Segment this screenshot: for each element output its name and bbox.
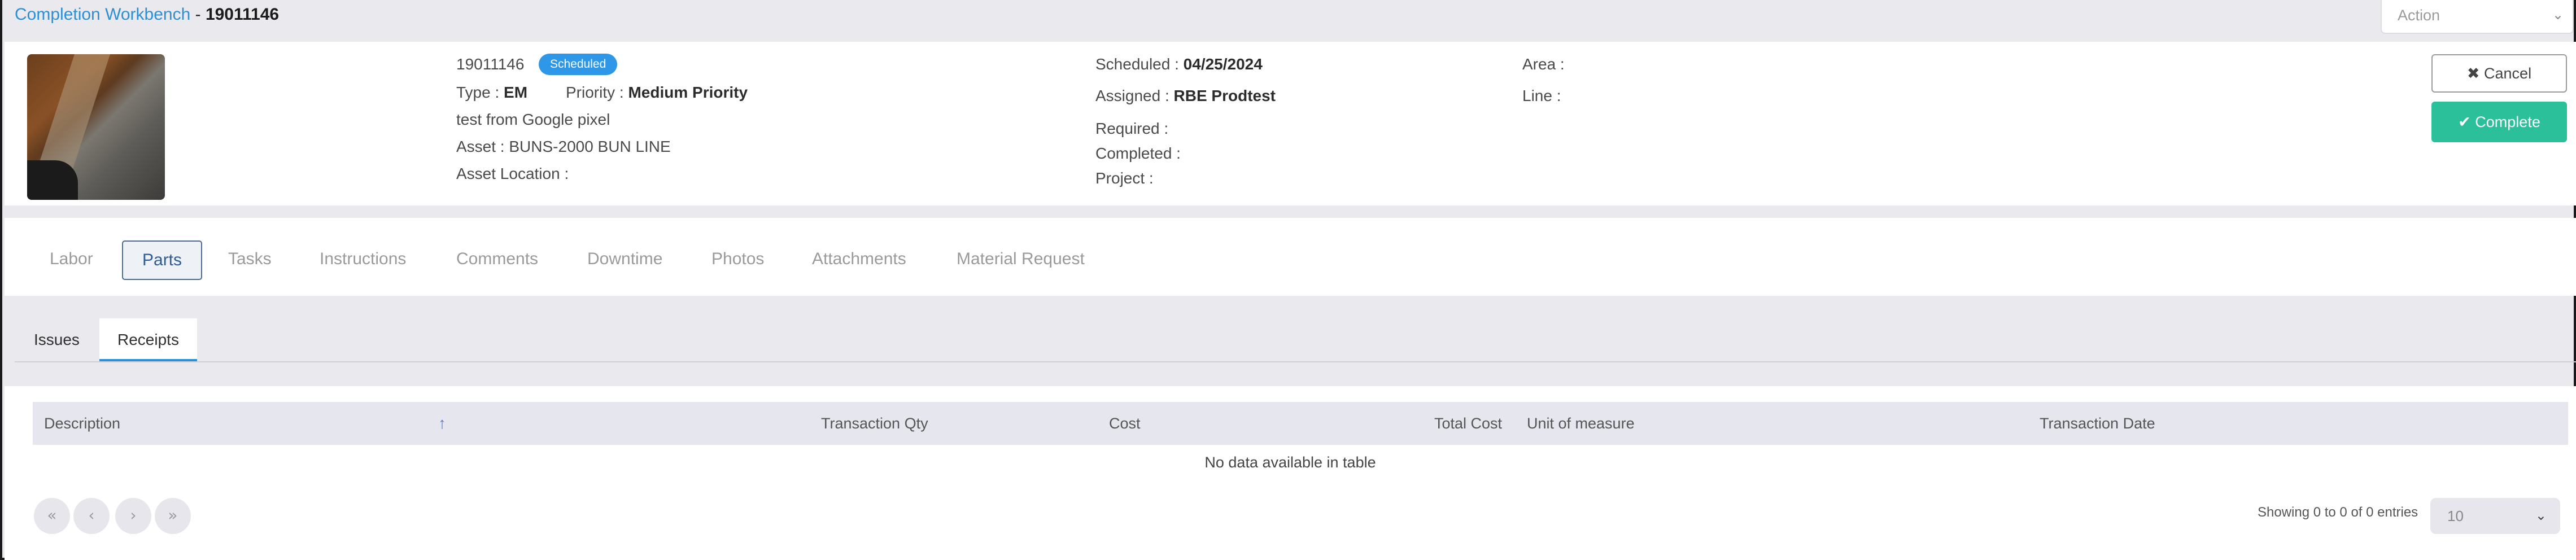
assigned-label: Assigned : xyxy=(1095,87,1169,104)
priority-field: Priority : Medium Priority xyxy=(566,82,748,103)
table-header: Description ↑ Transaction Qty Cost Total… xyxy=(33,402,2568,445)
subtab-receipts[interactable]: Receipts xyxy=(99,318,197,361)
asset-photo-thumbnail[interactable] xyxy=(27,54,165,200)
next-page-button[interactable]: › xyxy=(115,498,151,534)
tab-tasks[interactable]: Tasks xyxy=(228,240,272,280)
cancel-button[interactable]: ✖ Cancel xyxy=(2431,54,2567,93)
assigned-field: Assigned : RBE Prodtest xyxy=(1095,86,1276,106)
column-transaction-qty[interactable]: Transaction Qty xyxy=(821,402,928,445)
column-total-cost[interactable]: Total Cost xyxy=(1434,402,1502,445)
workbench-tabs: Labor Parts Tasks Instructions Comments … xyxy=(5,218,2576,296)
receipts-table-card: Description ↑ Transaction Qty Cost Total… xyxy=(5,386,2576,560)
order-info-card: 19011146 Scheduled Type : EM Priority : … xyxy=(5,42,2576,205)
tab-labor[interactable]: Labor xyxy=(50,240,93,280)
subtab-issues[interactable]: Issues xyxy=(16,318,98,361)
project-label: Project : xyxy=(1095,169,1154,187)
complete-button[interactable]: ✔ Complete xyxy=(2431,102,2567,142)
priority-value: Medium Priority xyxy=(628,84,748,101)
line-label: Line : xyxy=(1522,87,1561,104)
breadcrumb-completion-workbench[interactable]: Completion Workbench xyxy=(15,5,190,24)
type-value: EM xyxy=(504,84,528,101)
required-label: Required : xyxy=(1095,120,1169,137)
column-unit-of-measure[interactable]: Unit of measure xyxy=(1527,402,1635,445)
page-header: Completion Workbench - 19011146 Action ⌄ xyxy=(2,0,2574,42)
column-description[interactable]: Description xyxy=(44,402,120,445)
asset-field: Asset : BUNS-2000 BUN LINE xyxy=(456,137,671,157)
parts-subtabs: Issues Receipts xyxy=(5,318,2576,362)
sort-ascending-icon[interactable]: ↑ xyxy=(438,402,446,445)
first-page-button[interactable]: « xyxy=(34,498,70,534)
page-size-select[interactable]: 10 ⌄ xyxy=(2430,498,2560,534)
app-frame: Completion Workbench - 19011146 Action ⌄… xyxy=(0,0,2576,560)
order-number: 19011146 xyxy=(456,55,525,73)
tab-attachments[interactable]: Attachments xyxy=(812,240,906,280)
asset-value: BUNS-2000 BUN LINE xyxy=(509,138,671,155)
entries-info: Showing 0 to 0 of 0 entries xyxy=(2258,505,2418,520)
asset-label: Asset : xyxy=(456,138,505,155)
column-transaction-date[interactable]: Transaction Date xyxy=(2040,402,2155,445)
previous-page-button[interactable]: ‹ xyxy=(73,498,110,534)
priority-label: Priority : xyxy=(566,84,624,101)
action-dropdown[interactable]: Action ⌄ xyxy=(2381,0,2574,34)
title-separator: - xyxy=(190,5,206,24)
page-size-value: 10 xyxy=(2447,508,2464,524)
chevron-down-icon: ⌄ xyxy=(2535,508,2547,523)
area-label: Area : xyxy=(1522,55,1565,73)
tab-material-request[interactable]: Material Request xyxy=(957,240,1085,280)
tab-comments[interactable]: Comments xyxy=(456,240,538,280)
action-dropdown-placeholder: Action xyxy=(2398,7,2440,24)
page-title: Completion Workbench - 19011146 xyxy=(15,3,279,26)
last-page-button[interactable]: » xyxy=(155,498,191,534)
tab-downtime[interactable]: Downtime xyxy=(587,240,662,280)
tab-photos[interactable]: Photos xyxy=(711,240,764,280)
type-field: Type : EM xyxy=(456,82,527,103)
completed-label: Completed : xyxy=(1095,145,1181,162)
column-cost[interactable]: Cost xyxy=(1109,402,1141,445)
title-order-number: 19011146 xyxy=(205,5,280,24)
empty-table-message: No data available in table xyxy=(1204,454,1376,471)
type-label: Type : xyxy=(456,84,500,101)
chevron-down-icon: ⌄ xyxy=(2552,7,2564,23)
tab-parts[interactable]: Parts xyxy=(122,240,203,280)
scheduled-field: Scheduled : 04/25/2024 xyxy=(1095,54,1263,75)
tab-instructions[interactable]: Instructions xyxy=(320,240,406,280)
asset-location-label: Asset Location : xyxy=(456,165,569,182)
status-badge: Scheduled xyxy=(539,54,618,75)
order-description: test from Google pixel xyxy=(456,111,610,128)
assigned-value: RBE Prodtest xyxy=(1173,87,1276,104)
scheduled-label: Scheduled : xyxy=(1095,55,1179,73)
scheduled-value: 04/25/2024 xyxy=(1183,55,1263,73)
